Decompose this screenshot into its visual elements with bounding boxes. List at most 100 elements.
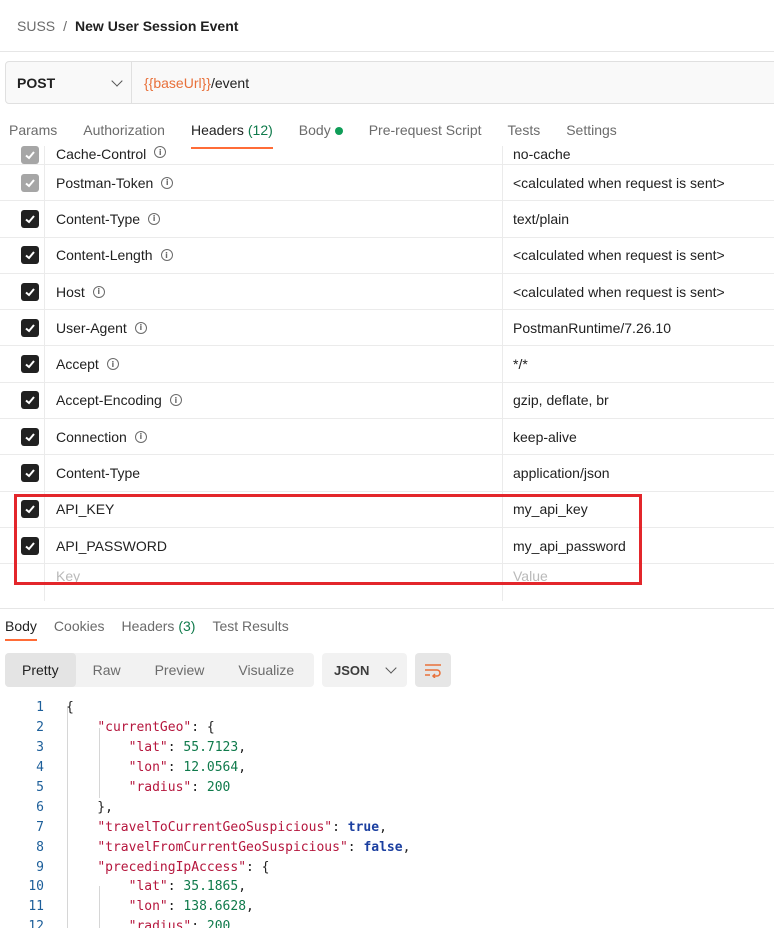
header-value-cell[interactable]: keep-alive: [503, 419, 774, 454]
header-value-cell[interactable]: no-cache: [503, 146, 774, 164]
header-key-cell[interactable]: API_PASSWORD: [45, 527, 503, 564]
info-icon[interactable]: i: [134, 321, 147, 334]
tab-body[interactable]: Body: [299, 120, 343, 148]
header-row: Connection i keep-alive: [0, 419, 774, 456]
header-value-cell[interactable]: gzip, deflate, br: [503, 383, 774, 418]
breadcrumb-separator: /: [63, 18, 68, 34]
url-input[interactable]: {{baseUrl}}/event: [132, 62, 249, 103]
header-enable-cell: [0, 564, 45, 601]
header-value-cell[interactable]: PostmanRuntime/7.26.10: [503, 310, 774, 345]
header-checkbox[interactable]: [20, 246, 39, 265]
tab-params[interactable]: Params: [9, 120, 57, 148]
header-key-cell[interactable]: Cache-Control i: [45, 146, 503, 164]
header-key-cell[interactable]: Accept-Encoding i: [45, 382, 503, 419]
headers-table: Cache-Control i no-cache Postman-Token i <cal…: [0, 146, 774, 601]
response-tab-cookies[interactable]: Cookies: [54, 618, 105, 640]
new-header-value-input[interactable]: Value: [503, 564, 774, 600]
breadcrumb: SUSS / New User Session Event: [17, 16, 238, 36]
info-icon[interactable]: i: [106, 358, 119, 371]
tab-authorization[interactable]: Authorization: [83, 120, 165, 148]
header-checkbox[interactable]: [20, 173, 39, 192]
response-tab-body[interactable]: Body: [5, 618, 37, 641]
header-checkbox[interactable]: [20, 536, 39, 555]
divider: [0, 51, 774, 52]
header-key: User-Agent: [56, 319, 127, 336]
wrap-lines-icon: [425, 664, 441, 678]
header-key-cell[interactable]: Content-Type i: [45, 201, 503, 237]
response-body-code[interactable]: 1{ 2 "currentGeo": { 3 "lat": 55.7123, 4…: [0, 698, 774, 928]
header-row: API_PASSWORD my_api_password: [0, 527, 774, 565]
header-value: <calculated when request is sent>: [513, 247, 725, 264]
header-value-cell[interactable]: <calculated when request is sent>: [503, 165, 774, 200]
response-tab-test-results[interactable]: Test Results: [212, 618, 288, 640]
body-indicator-dot: [334, 127, 343, 135]
header-checkbox[interactable]: [20, 427, 39, 446]
wrap-lines-button[interactable]: [415, 653, 451, 687]
info-icon[interactable]: i: [169, 394, 182, 407]
response-tab-headers[interactable]: Headers (3): [122, 618, 196, 640]
header-key: Content-Type: [56, 210, 141, 227]
info-icon[interactable]: i: [92, 285, 105, 298]
header-key-cell[interactable]: API_KEY: [45, 491, 503, 527]
code-line: 7 "travelToCurrentGeoSuspicious": true,: [36, 819, 387, 835]
header-value-cell[interactable]: <calculated when request is sent>: [503, 274, 774, 309]
new-header-key-input[interactable]: Key: [45, 564, 503, 601]
request-name[interactable]: New User Session Event: [75, 18, 238, 34]
header-key-cell[interactable]: Content-Length i: [45, 237, 503, 273]
header-value-cell[interactable]: my_api_key: [503, 492, 774, 527]
header-value: <calculated when request is sent>: [513, 283, 725, 300]
url-bar: POST {{baseUrl}}/event: [5, 61, 774, 104]
view-visualize-button[interactable]: Visualize: [221, 653, 311, 687]
header-key-cell[interactable]: Postman-Token i: [45, 165, 503, 201]
view-pretty-button[interactable]: Pretty: [5, 653, 76, 687]
breadcrumb-collection[interactable]: SUSS: [17, 18, 55, 34]
header-row: Cache-Control i no-cache: [0, 146, 774, 165]
code-line: 11 "lon": 138.6628,: [28, 899, 254, 915]
info-icon[interactable]: i: [134, 430, 147, 443]
header-key: Connection: [56, 428, 127, 445]
header-key-cell[interactable]: Content-Type: [45, 455, 503, 491]
header-key-cell[interactable]: Accept i: [45, 346, 503, 382]
info-icon[interactable]: i: [160, 249, 173, 262]
header-checkbox[interactable]: [20, 500, 39, 519]
code-line: 3 "lat": 55.7123,: [36, 740, 247, 756]
header-value-cell[interactable]: application/json: [503, 455, 774, 490]
header-key-cell[interactable]: Connection i: [45, 419, 503, 455]
header-checkbox[interactable]: [20, 464, 39, 483]
view-raw-button[interactable]: Raw: [76, 653, 138, 687]
view-preview-button[interactable]: Preview: [138, 653, 222, 687]
header-key: API_PASSWORD: [56, 537, 167, 554]
tab-tests[interactable]: Tests: [508, 120, 541, 148]
header-checkbox[interactable]: [20, 282, 39, 301]
header-checkbox[interactable]: [20, 391, 39, 410]
header-value-cell[interactable]: text/plain: [503, 201, 774, 236]
header-key-cell[interactable]: Host i: [45, 273, 503, 310]
header-value-cell[interactable]: <calculated when request is sent>: [503, 238, 774, 273]
request-tabs: Params Authorization Headers (12) Body Pr…: [9, 120, 643, 149]
header-value: no-cache: [513, 146, 571, 162]
header-row: User-Agent i PostmanRuntime/7.26.10: [0, 310, 774, 347]
tab-settings[interactable]: Settings: [566, 120, 617, 148]
header-value-cell[interactable]: */*: [503, 346, 774, 381]
header-checkbox[interactable]: [20, 209, 39, 228]
header-enable-cell: [0, 201, 45, 237]
code-line: 6 },: [36, 799, 113, 815]
header-key: Cache-Control: [56, 146, 147, 162]
header-key-cell[interactable]: User-Agent i: [45, 310, 503, 346]
header-checkbox[interactable]: [20, 146, 39, 164]
info-icon[interactable]: i: [148, 212, 161, 225]
info-icon[interactable]: i: [154, 146, 167, 158]
info-icon[interactable]: i: [161, 176, 174, 189]
code-line: 1{: [36, 700, 74, 716]
header-checkbox[interactable]: [20, 318, 39, 337]
tab-headers[interactable]: Headers (12): [190, 120, 273, 149]
header-row: Content-Length i <calculated when request …: [0, 237, 774, 274]
header-value-cell[interactable]: my_api_password: [503, 528, 774, 563]
header-value: my_api_password: [513, 537, 626, 554]
method-select[interactable]: POST: [6, 62, 132, 103]
header-checkbox[interactable]: [20, 355, 39, 374]
code-line: 2 "currentGeo": {: [36, 720, 215, 736]
format-select[interactable]: JSON: [322, 653, 407, 687]
tab-pre-request-script[interactable]: Pre-request Script: [369, 120, 482, 148]
header-row: Content-Type application/json: [0, 455, 774, 492]
